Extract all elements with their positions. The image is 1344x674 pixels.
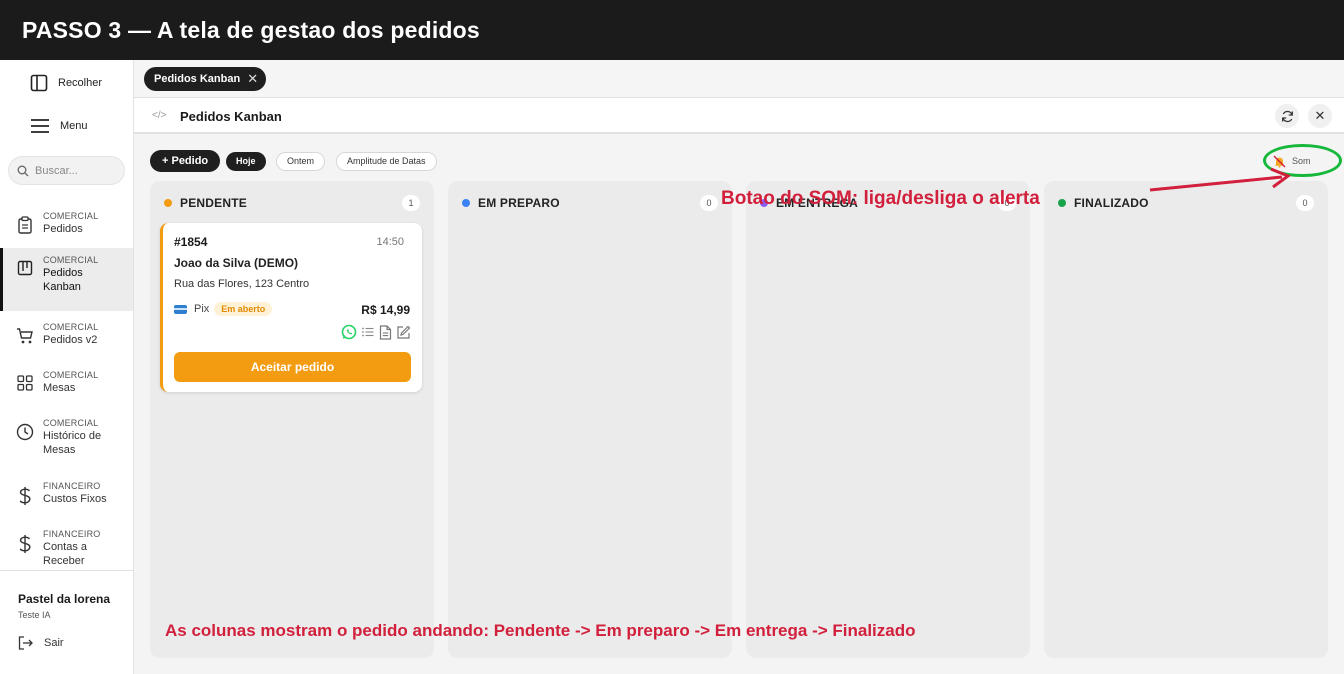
nav-label: Contas a Receber <box>43 541 88 567</box>
status-dot <box>462 199 470 207</box>
sidebar-item-pedidos[interactable]: COMERCIAL Pedidos <box>0 204 133 242</box>
column-title: FINALIZADO <box>1074 196 1149 210</box>
page-title: Pedidos Kanban <box>180 109 282 124</box>
sidebar-divider <box>0 570 133 571</box>
dollar-icon <box>19 535 31 553</box>
column-count: 1 <box>402 195 420 211</box>
list-icon[interactable] <box>361 325 375 339</box>
sidebar-item-mesas[interactable]: COMERCIAL Mesas <box>0 363 133 401</box>
nav-label: Pedidos Kanban <box>43 267 83 293</box>
annotation-columns: As colunas mostram o pedido andando: Pen… <box>165 621 916 640</box>
order-time: 14:50 <box>376 236 404 248</box>
column-pendente: PENDENTE 1 #1854 14:50 Joao da Silva (DE… <box>150 181 434 658</box>
tab-label: Pedidos Kanban <box>154 73 241 85</box>
filter-ontem[interactable]: Ontem <box>276 152 326 171</box>
cart-icon <box>17 328 33 344</box>
column-count: 0 <box>700 195 718 211</box>
refresh-button[interactable] <box>1275 104 1299 128</box>
nav-label: Mesas <box>43 382 76 394</box>
nav-label: Histórico de Mesas <box>43 430 102 456</box>
annotation-arrow <box>1149 167 1292 192</box>
new-order-button[interactable]: + Pedido <box>150 150 220 172</box>
search-icon <box>17 165 29 176</box>
sidebar-item-pedidos-v2[interactable]: COMERCIAL Pedidos v2 <box>0 315 133 353</box>
nav-category: FINANCEIRO <box>43 481 101 491</box>
sidebar-item-contas-receber[interactable]: FINANCEIRO Contas a Receber <box>0 522 133 574</box>
column-count: 0 <box>1296 195 1314 211</box>
column-header: EM PREPARO <box>462 196 560 210</box>
status-dot <box>1058 199 1066 207</box>
card-actions <box>337 324 411 340</box>
search-box <box>8 156 125 185</box>
nav-label: Custos Fixos <box>43 493 107 505</box>
clock-icon <box>16 423 34 441</box>
store-subtitle: Teste IA <box>18 610 51 620</box>
payment-info: Pix Em aberto <box>174 302 273 316</box>
credit-card-icon <box>174 304 187 314</box>
close-tab-icon[interactable]: ✕ <box>247 72 258 85</box>
logout-button[interactable]: Sair <box>18 636 64 650</box>
sidebar-toggle-icon <box>30 74 48 92</box>
sidebar-item-custos-fixos[interactable]: FINANCEIRO Custos Fixos <box>0 474 133 512</box>
document-icon[interactable] <box>379 324 392 340</box>
logout-label: Sair <box>44 637 64 649</box>
tab-bar: Pedidos Kanban ✕ <box>134 60 1344 98</box>
close-page-button[interactable]: ✕ <box>1308 104 1332 128</box>
hamburger-icon <box>31 119 49 133</box>
sidebar-item-pedidos-kanban[interactable]: COMERCIAL Pedidos Kanban <box>0 248 133 311</box>
close-icon: ✕ <box>1314 108 1326 123</box>
code-icon: </> <box>152 110 167 121</box>
collapse-label: Recolher <box>58 77 103 89</box>
sidebar: Recolher Menu COMERCIAL Pedidos COMERCIAL… <box>0 60 134 674</box>
sound-label: Som <box>1292 156 1311 166</box>
customer-address: Rua das Flores, 123 Centro <box>174 278 310 290</box>
menu-button[interactable]: Menu <box>30 118 88 134</box>
payment-method: Pix <box>194 303 210 315</box>
edit-icon[interactable] <box>396 325 411 340</box>
grid-icon <box>17 375 33 391</box>
column-em-preparo: EM PREPARO 0 <box>448 181 732 658</box>
column-header: PENDENTE <box>164 196 247 210</box>
filter-hoje[interactable]: Hoje <box>226 152 266 171</box>
order-id: #1854 <box>174 235 208 249</box>
nav-category: COMERCIAL <box>43 255 99 265</box>
column-title: PENDENTE <box>180 196 247 210</box>
nav-category: COMERCIAL <box>43 211 99 221</box>
dollar-icon <box>19 487 31 505</box>
whatsapp-icon[interactable] <box>341 324 357 340</box>
search-input[interactable] <box>35 164 115 177</box>
page-header: </> Pedidos Kanban ✕ <box>134 98 1344 134</box>
nav-label: Pedidos <box>43 223 83 235</box>
nav-category: COMERCIAL <box>43 370 99 380</box>
kanban-icon <box>17 260 33 276</box>
tutorial-banner: PASSO 3 — A tela de gestao dos pedidos <box>0 0 1344 60</box>
order-card[interactable]: #1854 14:50 Joao da Silva (DEMO) Rua das… <box>160 223 422 392</box>
logout-icon <box>18 636 33 650</box>
tab-pedidos-kanban[interactable]: Pedidos Kanban ✕ <box>144 67 267 91</box>
column-title: EM PREPARO <box>478 196 560 210</box>
order-price: R$ 14,99 <box>361 303 410 317</box>
store-name: Pastel da lorena <box>18 592 111 606</box>
refresh-icon <box>1281 110 1293 122</box>
filter-amplitude-datas[interactable]: Amplitude de Datas <box>336 152 437 171</box>
sidebar-item-historico-mesas[interactable]: COMERCIAL Histórico de Mesas <box>0 411 133 463</box>
column-finalizado: FINALIZADO 0 <box>1044 181 1328 658</box>
column-em-entrega: EM ENTREGA 0 <box>746 181 1030 658</box>
accept-order-button[interactable]: Aceitar pedido <box>174 352 411 382</box>
customer-name: Joao da Silva (DEMO) <box>174 256 299 270</box>
nav-category: COMERCIAL <box>43 418 99 428</box>
clipboard-icon <box>18 216 32 234</box>
status-dot <box>164 199 172 207</box>
annotation-sound: Botao do SOM: liga/desliga o alerta <box>721 188 1040 209</box>
status-badge: Em aberto <box>214 302 273 316</box>
column-header: FINALIZADO <box>1058 196 1149 210</box>
menu-label: Menu <box>60 120 88 132</box>
nav-category: COMERCIAL <box>43 322 99 332</box>
collapse-button[interactable]: Recolher <box>30 74 102 92</box>
nav-label: Pedidos v2 <box>43 334 98 346</box>
nav-category: FINANCEIRO <box>43 529 101 539</box>
